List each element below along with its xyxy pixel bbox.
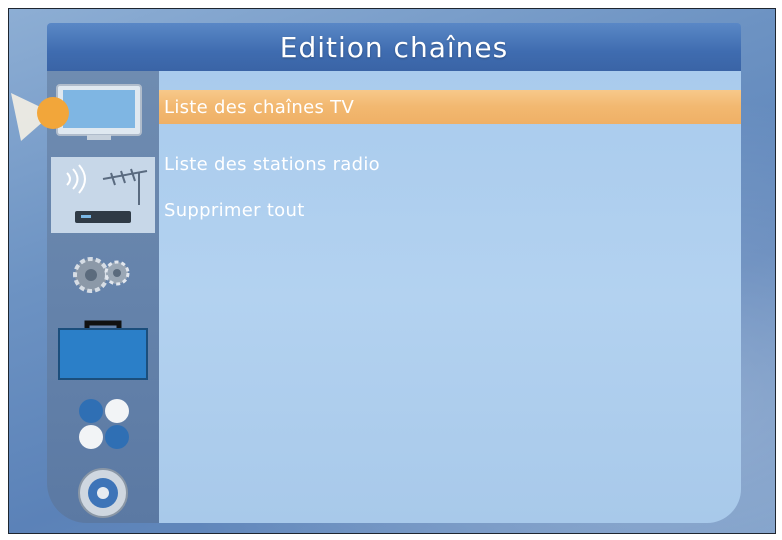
menu-item-radio-stations[interactable]: Liste des stations radio <box>159 147 741 181</box>
menu-item-label: Liste des stations radio <box>164 153 380 175</box>
page-title: Edition chaînes <box>279 30 509 64</box>
gears-icon <box>73 257 130 293</box>
menu-item-label: Liste des chaînes TV <box>164 96 355 118</box>
title-bar: Edition chaînes <box>47 23 741 71</box>
colored-balls-icon <box>79 399 129 449</box>
sidebar-item-toolbox[interactable] <box>47 315 159 383</box>
toolbox-icon <box>58 320 148 380</box>
disc-icon <box>78 468 128 518</box>
sidebar-item-gears[interactable] <box>47 243 159 303</box>
sidebar-item-balls[interactable] <box>47 393 159 457</box>
antenna-receiver-icon <box>51 157 155 233</box>
content-panel <box>159 71 741 523</box>
screen-frame: Edition chaînes Liste des chaînes TV Lis… <box>8 8 776 534</box>
menu-item-delete-all[interactable]: Supprimer tout <box>159 193 741 227</box>
menu-item-label: Supprimer tout <box>164 199 305 221</box>
selection-arrow-icon <box>11 93 69 141</box>
sidebar-item-disc[interactable] <box>47 465 159 521</box>
menu-item-tv-channels[interactable]: Liste des chaînes TV <box>159 90 741 124</box>
sidebar-item-antenna[interactable] <box>47 155 159 235</box>
